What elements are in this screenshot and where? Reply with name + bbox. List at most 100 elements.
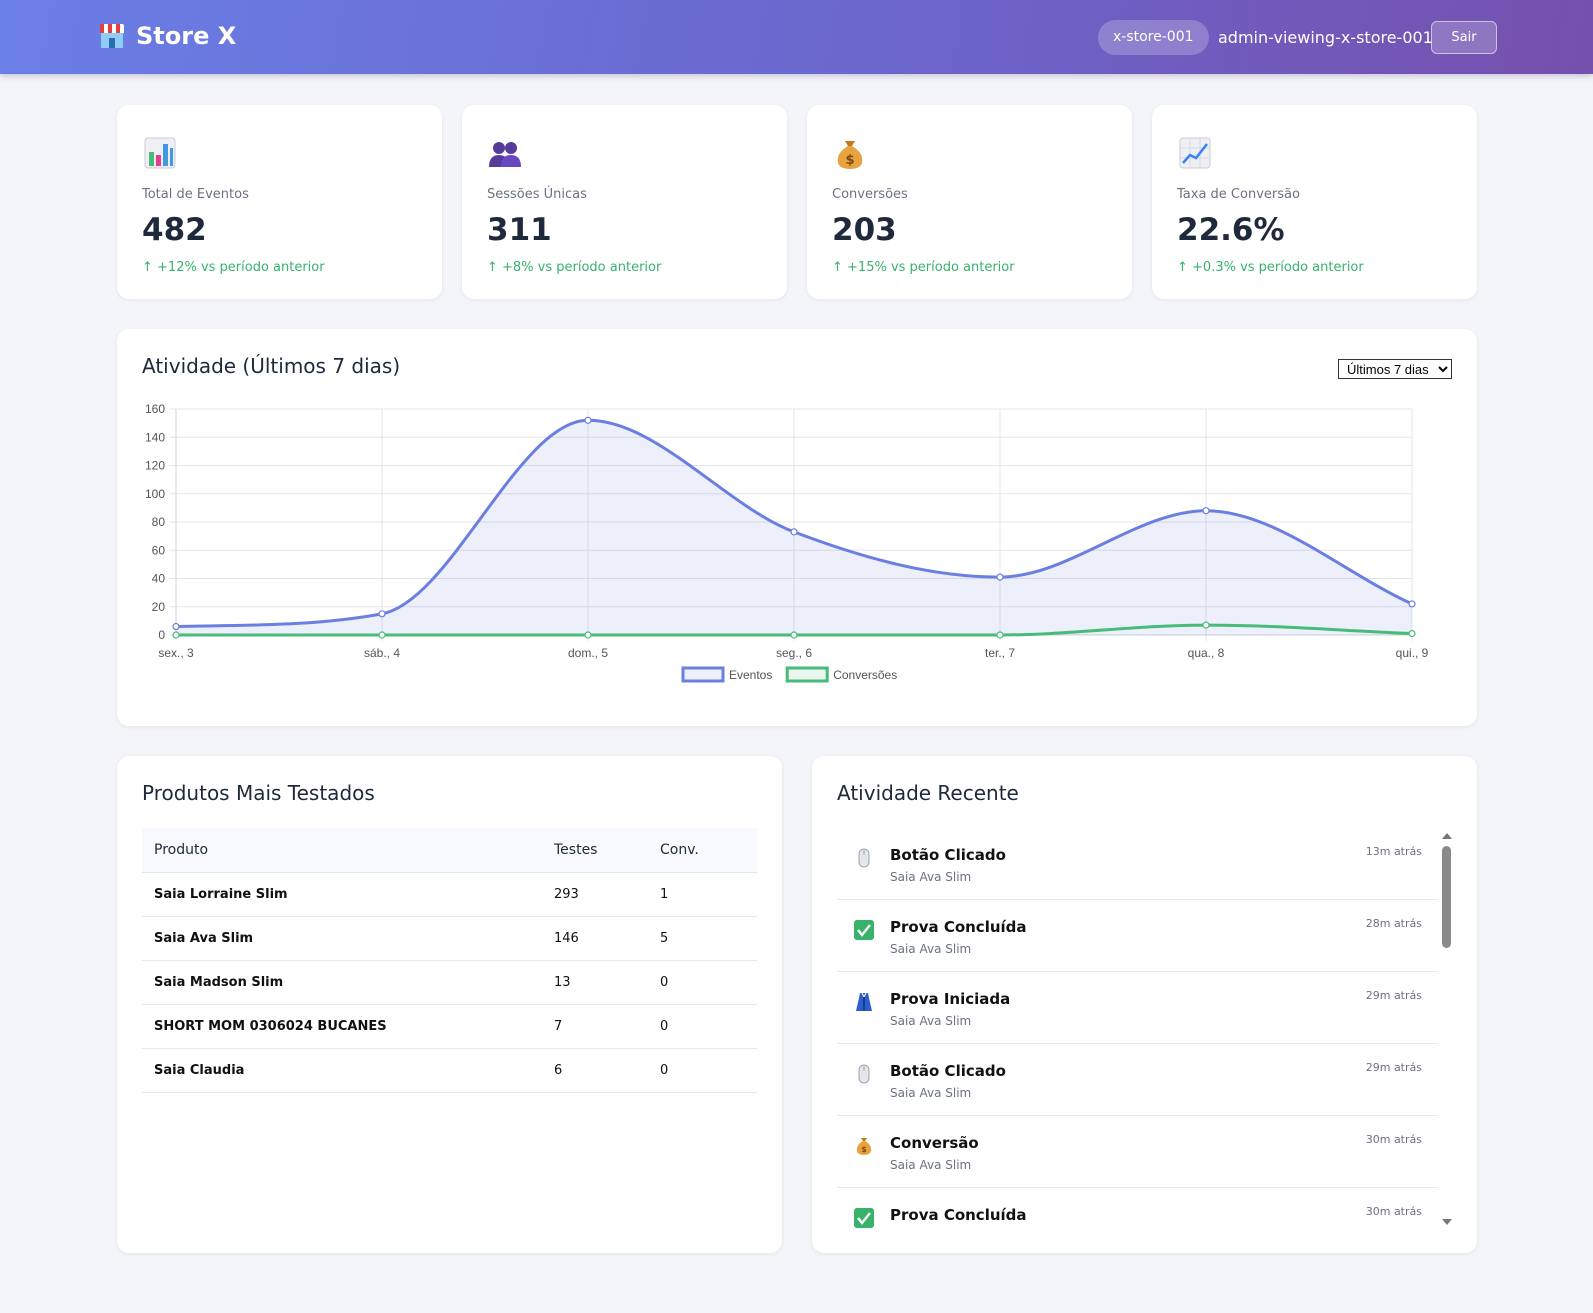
y-tick-label: 140	[145, 430, 165, 444]
y-tick-label: 0	[158, 628, 165, 642]
product-name: Saia Lorraine Slim	[142, 872, 554, 917]
activity-chart: 0 20 40 60 80 100 120 140 160 sex., 3 sáb., 4 dom.,…	[145, 402, 1429, 683]
product-name: Saia Ava Slim	[142, 916, 554, 961]
data-point	[996, 631, 1004, 639]
logout-button[interactable]: Sair	[1431, 21, 1497, 54]
y-tick-label: 120	[145, 459, 165, 473]
data-point	[996, 573, 1004, 581]
activity-title: Conversão	[890, 1134, 979, 1152]
table-row: Saia Madson Slim 13 0	[142, 960, 757, 1005]
recent-title: Atividade Recente	[837, 781, 1019, 805]
activity-product: Saia Ava Slim	[890, 1158, 972, 1172]
activity-feed[interactable]: Botão Clicado Saia Ava Slim 13m atrás Pr…	[837, 828, 1438, 1228]
stat-delta: ↑ +15% vs período anterior	[832, 260, 1015, 275]
products-title: Produtos Mais Testados	[142, 781, 375, 805]
feed-scrollbar[interactable]	[1439, 828, 1455, 1228]
y-tick-label: 20	[152, 600, 166, 614]
x-tick-label: dom., 5	[568, 646, 608, 660]
product-tests: 13	[554, 960, 660, 1005]
column-header-product: Produto	[142, 828, 554, 873]
activity-time: 29m atrás	[1365, 1061, 1422, 1074]
data-point	[790, 528, 798, 536]
product-name: Saia Madson Slim	[142, 960, 554, 1005]
legend-label: Eventos	[729, 668, 772, 682]
table-row: Saia Claudia 6 0	[142, 1048, 757, 1093]
activity-chart-card: Atividade (Últimos 7 dias) Últimos 7 dia…	[117, 329, 1477, 726]
brand-name: Store X	[136, 22, 237, 50]
activity-title: Prova Concluída	[890, 918, 1027, 936]
data-point	[790, 631, 798, 639]
activity-title: Botão Clicado	[890, 846, 1006, 864]
activity-time: 13m atrás	[1365, 845, 1422, 858]
legend-swatch	[681, 666, 725, 683]
data-point	[584, 631, 592, 639]
data-point	[1202, 621, 1210, 629]
x-tick-label: sex., 3	[158, 646, 194, 660]
scroll-up-arrow-icon[interactable]	[1442, 833, 1452, 839]
activity-title: Prova Iniciada	[890, 990, 1011, 1008]
scrollbar-thumb[interactable]	[1442, 846, 1451, 948]
stat-value: 482	[142, 212, 207, 248]
table-row: Saia Ava Slim 146 5	[142, 916, 757, 961]
activity-time: 29m atrás	[1365, 989, 1422, 1002]
y-tick-label: 80	[152, 515, 166, 529]
data-point	[1202, 507, 1210, 515]
legend-swatch	[785, 666, 829, 683]
stat-label: Sessões Únicas	[487, 187, 587, 202]
scroll-down-arrow-icon[interactable]	[1442, 1219, 1452, 1225]
activity-time: 30m atrás	[1365, 1205, 1422, 1218]
product-conversions: 5	[660, 916, 757, 961]
data-point	[584, 416, 592, 424]
product-conversions: 1	[660, 872, 757, 917]
data-point	[378, 610, 386, 618]
svg-text:$: $	[861, 1145, 867, 1154]
bar-chart-icon	[144, 137, 176, 169]
list-item: Botão Clicado Saia Ava Slim 29m atrás	[837, 1044, 1438, 1116]
stat-value: 203	[832, 212, 897, 248]
data-point	[172, 631, 180, 639]
stat-card-unique-sessions: Sessões Únicas 311 ↑ +8% vs período ante…	[462, 105, 787, 299]
column-header-conv: Conv.	[660, 828, 757, 873]
product-conversions: 0	[660, 960, 757, 1005]
activity-title: Botão Clicado	[890, 1062, 1006, 1080]
table-row: SHORT MOM 0306024 BUCANES 7 0	[142, 1004, 757, 1049]
list-item: Botão Clicado Saia Ava Slim 13m atrás	[837, 828, 1438, 900]
stat-delta: ↑ +12% vs período anterior	[142, 260, 325, 275]
product-conversions: 0	[660, 1048, 757, 1093]
stat-delta: ↑ +8% vs período anterior	[487, 260, 662, 275]
data-point	[172, 622, 180, 631]
stat-value: 311	[487, 212, 552, 248]
mouse-icon	[858, 1064, 870, 1084]
product-tests: 7	[554, 1004, 660, 1049]
trend-up-icon	[1179, 137, 1211, 169]
activity-product: Saia Ava Slim	[890, 870, 972, 884]
product-tests: 293	[554, 872, 660, 917]
money-bag-icon: $	[856, 1138, 872, 1155]
stat-card-total-events: Total de Eventos 482 ↑ +12% vs período a…	[117, 105, 442, 299]
x-tick-label: qua., 8	[1188, 646, 1225, 660]
x-tick-label: ter., 7	[985, 646, 1015, 660]
y-tick-label: 40	[152, 572, 166, 586]
list-item: Prova Concluída 30m atrás	[837, 1188, 1438, 1228]
data-point	[378, 631, 386, 639]
users-icon	[489, 142, 521, 167]
y-tick-label: 100	[145, 487, 165, 501]
product-tests: 6	[554, 1048, 660, 1093]
x-tick-label: seg., 6	[776, 646, 812, 660]
mouse-icon	[858, 848, 870, 868]
stat-card-conversions: $ Conversões 203 ↑ +15% vs período anter…	[807, 105, 1132, 299]
data-point	[1408, 629, 1416, 638]
check-icon	[854, 920, 874, 940]
table-header-row: Produto Testes Conv.	[142, 828, 757, 873]
check-icon	[854, 1208, 874, 1228]
list-item: Prova Concluída Saia Ava Slim 28m atrás	[837, 900, 1438, 972]
activity-title: Prova Concluída	[890, 1206, 1027, 1224]
x-tick-label: sáb., 4	[364, 646, 400, 660]
dress-icon	[856, 992, 872, 1011]
product-tests: 146	[554, 916, 660, 961]
activity-product: Saia Ava Slim	[890, 1014, 972, 1028]
column-header-tests: Testes	[554, 828, 660, 873]
y-tick-label: 160	[145, 402, 165, 416]
top-products-card: Produtos Mais Testados Produto Testes Co…	[117, 756, 782, 1253]
activity-product: Saia Ava Slim	[890, 1086, 972, 1100]
